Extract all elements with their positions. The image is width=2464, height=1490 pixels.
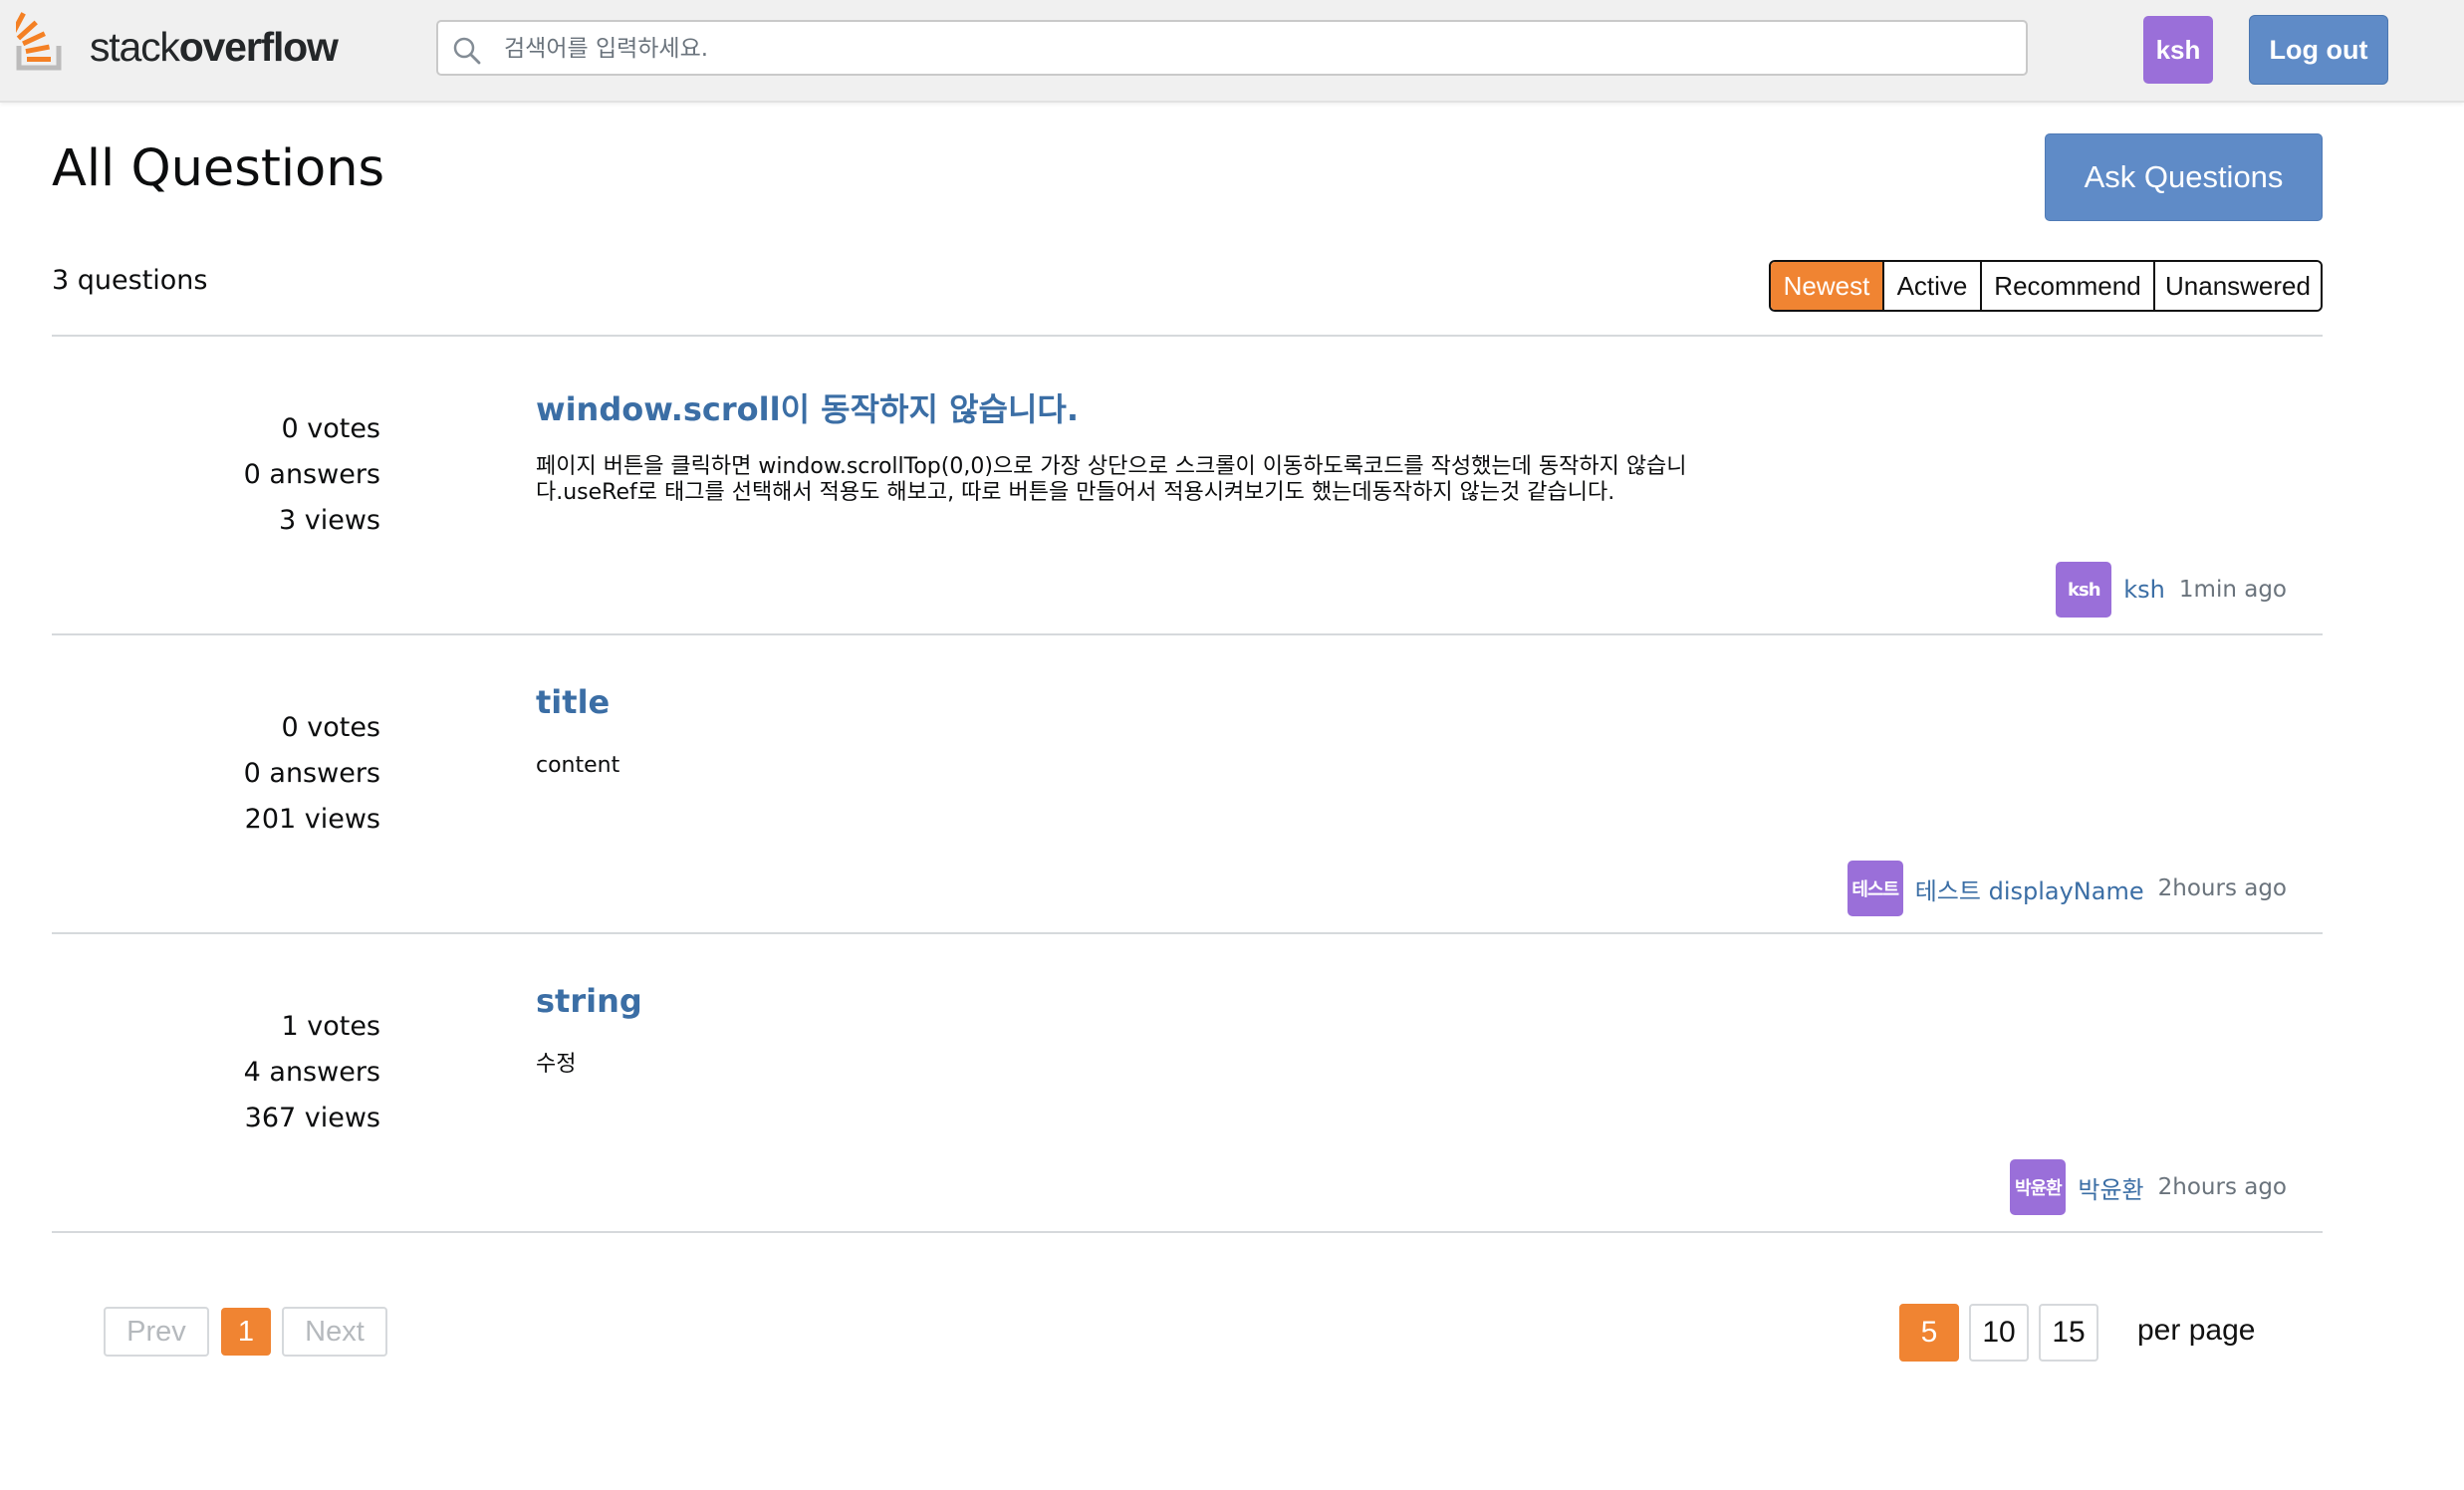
page-number-button[interactable]: 1	[221, 1308, 271, 1356]
vote-count: 0 votes	[281, 712, 380, 743]
question-author-meta: ksh ksh 1min ago	[2056, 562, 2287, 618]
author-name-link[interactable]: ksh	[2123, 576, 2165, 604]
post-time: 2hours ago	[2157, 875, 2287, 901]
author-avatar[interactable]: ksh	[2056, 562, 2112, 618]
answer-count: 0 answers	[243, 758, 380, 789]
divider	[52, 335, 2323, 337]
page-size-15-button[interactable]: 15	[2039, 1304, 2098, 1362]
question-title-link[interactable]: string	[536, 982, 642, 1020]
excerpt-line: 수정	[536, 1052, 577, 1077]
excerpt-line: 페이지 버튼을 클릭하면 window.scrollTop(0,0)으로 가장 …	[536, 454, 1687, 479]
logo-text-bold: overflow	[178, 24, 339, 70]
post-time: 1min ago	[2178, 577, 2287, 603]
user-avatar-button[interactable]: ksh	[2143, 16, 2213, 84]
answer-count: 0 answers	[243, 459, 380, 490]
stackoverflow-logo[interactable]: stackoverflow	[16, 8, 339, 74]
question-excerpt: 수정	[536, 1052, 1811, 1078]
vote-count: 1 votes	[281, 1011, 380, 1042]
page-size-5-button[interactable]: 5	[1899, 1304, 1959, 1362]
tab-unanswered[interactable]: Unanswered	[2153, 262, 2321, 310]
tab-active[interactable]: Active	[1882, 262, 1980, 310]
question-stats: 0 votes 0 answers 201 views	[52, 705, 380, 843]
divider	[52, 932, 2323, 934]
question-title-link[interactable]: title	[536, 683, 610, 721]
question-stats: 0 votes 0 answers 3 views	[52, 406, 380, 544]
ask-question-button[interactable]: Ask Questions	[2045, 133, 2323, 221]
question-stats: 1 votes 4 answers 367 views	[52, 1004, 380, 1141]
divider	[52, 633, 2323, 635]
question-excerpt: 페이지 버튼을 클릭하면 window.scrollTop(0,0)으로 가장 …	[536, 454, 1811, 506]
excerpt-line: content	[536, 753, 620, 778]
sort-tabs: Newest Active Recommend Unanswered	[1769, 260, 2323, 312]
logo-text-light: stack	[90, 24, 180, 70]
logout-button[interactable]: Log out	[2249, 15, 2388, 85]
search-input[interactable]	[502, 30, 2000, 68]
per-page-label: per page	[2137, 1314, 2256, 1347]
question-excerpt: content	[536, 753, 1811, 779]
tab-recommend[interactable]: Recommend	[1980, 262, 2153, 310]
page-title: All Questions	[52, 139, 385, 198]
author-name-link[interactable]: 테스트 displayName	[1915, 871, 2144, 906]
excerpt-line: 다.useRef로 태그를 선택해서 적용도 해보고, 따로 버튼을 만들어서 …	[536, 480, 1615, 505]
author-name-link[interactable]: 박윤환	[2078, 1170, 2143, 1205]
prev-page-button[interactable]: Prev	[104, 1307, 209, 1357]
logo-wordmark: stackoverflow	[90, 24, 339, 71]
view-count: 367 views	[244, 1103, 380, 1133]
stack-icon	[16, 12, 62, 71]
answer-count: 4 answers	[243, 1057, 380, 1088]
post-time: 2hours ago	[2157, 1174, 2287, 1200]
top-bar: stackoverflow ksh Log out	[0, 0, 2464, 103]
question-title-link[interactable]: window.scroll이 동작하지 않습니다.	[536, 384, 1079, 430]
question-count: 3 questions	[52, 265, 208, 296]
search-icon	[453, 37, 481, 65]
question-author-meta: 박윤환 박윤환 2hours ago	[2010, 1159, 2287, 1215]
view-count: 201 views	[244, 804, 380, 835]
vote-count: 0 votes	[281, 413, 380, 444]
page-size-10-button[interactable]: 10	[1969, 1304, 2029, 1362]
search-box	[436, 20, 2028, 76]
divider	[52, 1231, 2323, 1233]
view-count: 3 views	[278, 505, 380, 536]
tab-newest[interactable]: Newest	[1771, 262, 1882, 310]
next-page-button[interactable]: Next	[282, 1307, 387, 1357]
question-author-meta: 테스트 테스트 displayName 2hours ago	[1847, 861, 2287, 916]
author-avatar[interactable]: 테스트	[1847, 861, 1903, 916]
author-avatar[interactable]: 박윤환	[2010, 1159, 2067, 1215]
